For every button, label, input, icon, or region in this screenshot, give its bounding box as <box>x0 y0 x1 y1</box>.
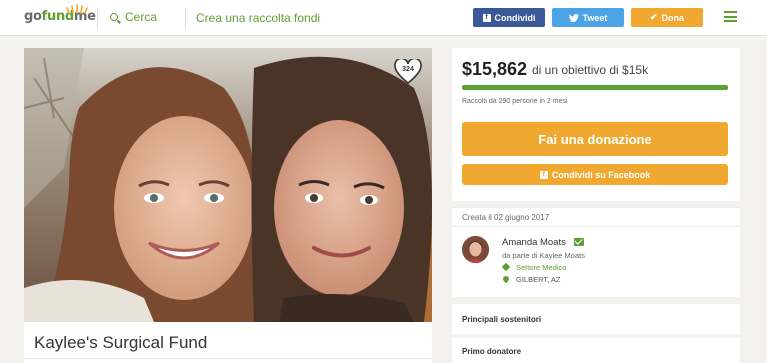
share-on-facebook-label: Condividi su Facebook <box>551 169 651 180</box>
category-link[interactable]: Settore Medico <box>516 263 566 272</box>
tweet-label: Tweet <box>582 12 608 23</box>
campaign-photo-image <box>24 48 432 322</box>
progress-bar-fill <box>462 85 728 90</box>
search-link[interactable]: Cerca <box>110 10 157 24</box>
mail-icon[interactable] <box>574 238 584 246</box>
top-supporters-heading: Principali sostenitori <box>462 315 542 324</box>
avatar[interactable] <box>462 236 489 263</box>
goal-text: di un obiettivo di $15k <box>532 63 649 77</box>
location-text: GILBERT, AZ <box>516 275 561 284</box>
search-label: Cerca <box>125 10 158 24</box>
campaign-photo <box>24 48 432 322</box>
donate-header-label: Dona <box>661 12 685 23</box>
search-icon <box>110 13 118 21</box>
make-donation-button[interactable]: Fai una donazione <box>462 122 728 156</box>
amount-raised: $15,862 <box>462 59 528 79</box>
first-donor-heading: Primo donatore <box>462 347 522 356</box>
beneficiary-text: da parte di Kaylee Moats <box>502 251 585 260</box>
campaign-title: Kaylee's Surgical Fund <box>34 333 208 352</box>
header-divider <box>97 8 98 28</box>
organizer-name[interactable]: Amanda Moats <box>502 237 566 248</box>
tweet-button[interactable]: Tweet <box>552 8 624 27</box>
check-icon: ✔ <box>649 12 658 22</box>
title-divider <box>24 358 432 359</box>
header-divider <box>185 8 186 28</box>
create-fundraiser-link[interactable]: Crea una raccolta fondi <box>196 11 320 25</box>
facebook-icon: f <box>539 170 548 179</box>
share-facebook-button[interactable]: f Condividi <box>473 8 545 27</box>
facebook-icon: f <box>482 13 491 22</box>
logo-text-go: go <box>24 9 42 24</box>
hamburger-menu-icon[interactable] <box>724 11 737 22</box>
make-donation-label: Fai una donazione <box>538 131 652 147</box>
avatar-image <box>462 236 489 263</box>
donate-header-button[interactable]: ✔ Dona <box>631 8 703 27</box>
share-facebook-label: Condividi <box>494 12 536 23</box>
campaign-card <box>24 48 432 363</box>
twitter-icon <box>568 13 579 22</box>
progress-bar <box>462 85 728 90</box>
raised-by-text: Raccolti da 290 persone in 2 mesi <box>462 98 568 105</box>
created-date: Creata il 02 giugno 2017 <box>462 213 550 222</box>
organizer-divider <box>452 226 740 227</box>
hearts-count: 324 <box>402 66 414 73</box>
logo-spark-icon <box>66 4 88 14</box>
share-on-facebook-button[interactable]: f Condividi su Facebook <box>462 164 728 185</box>
